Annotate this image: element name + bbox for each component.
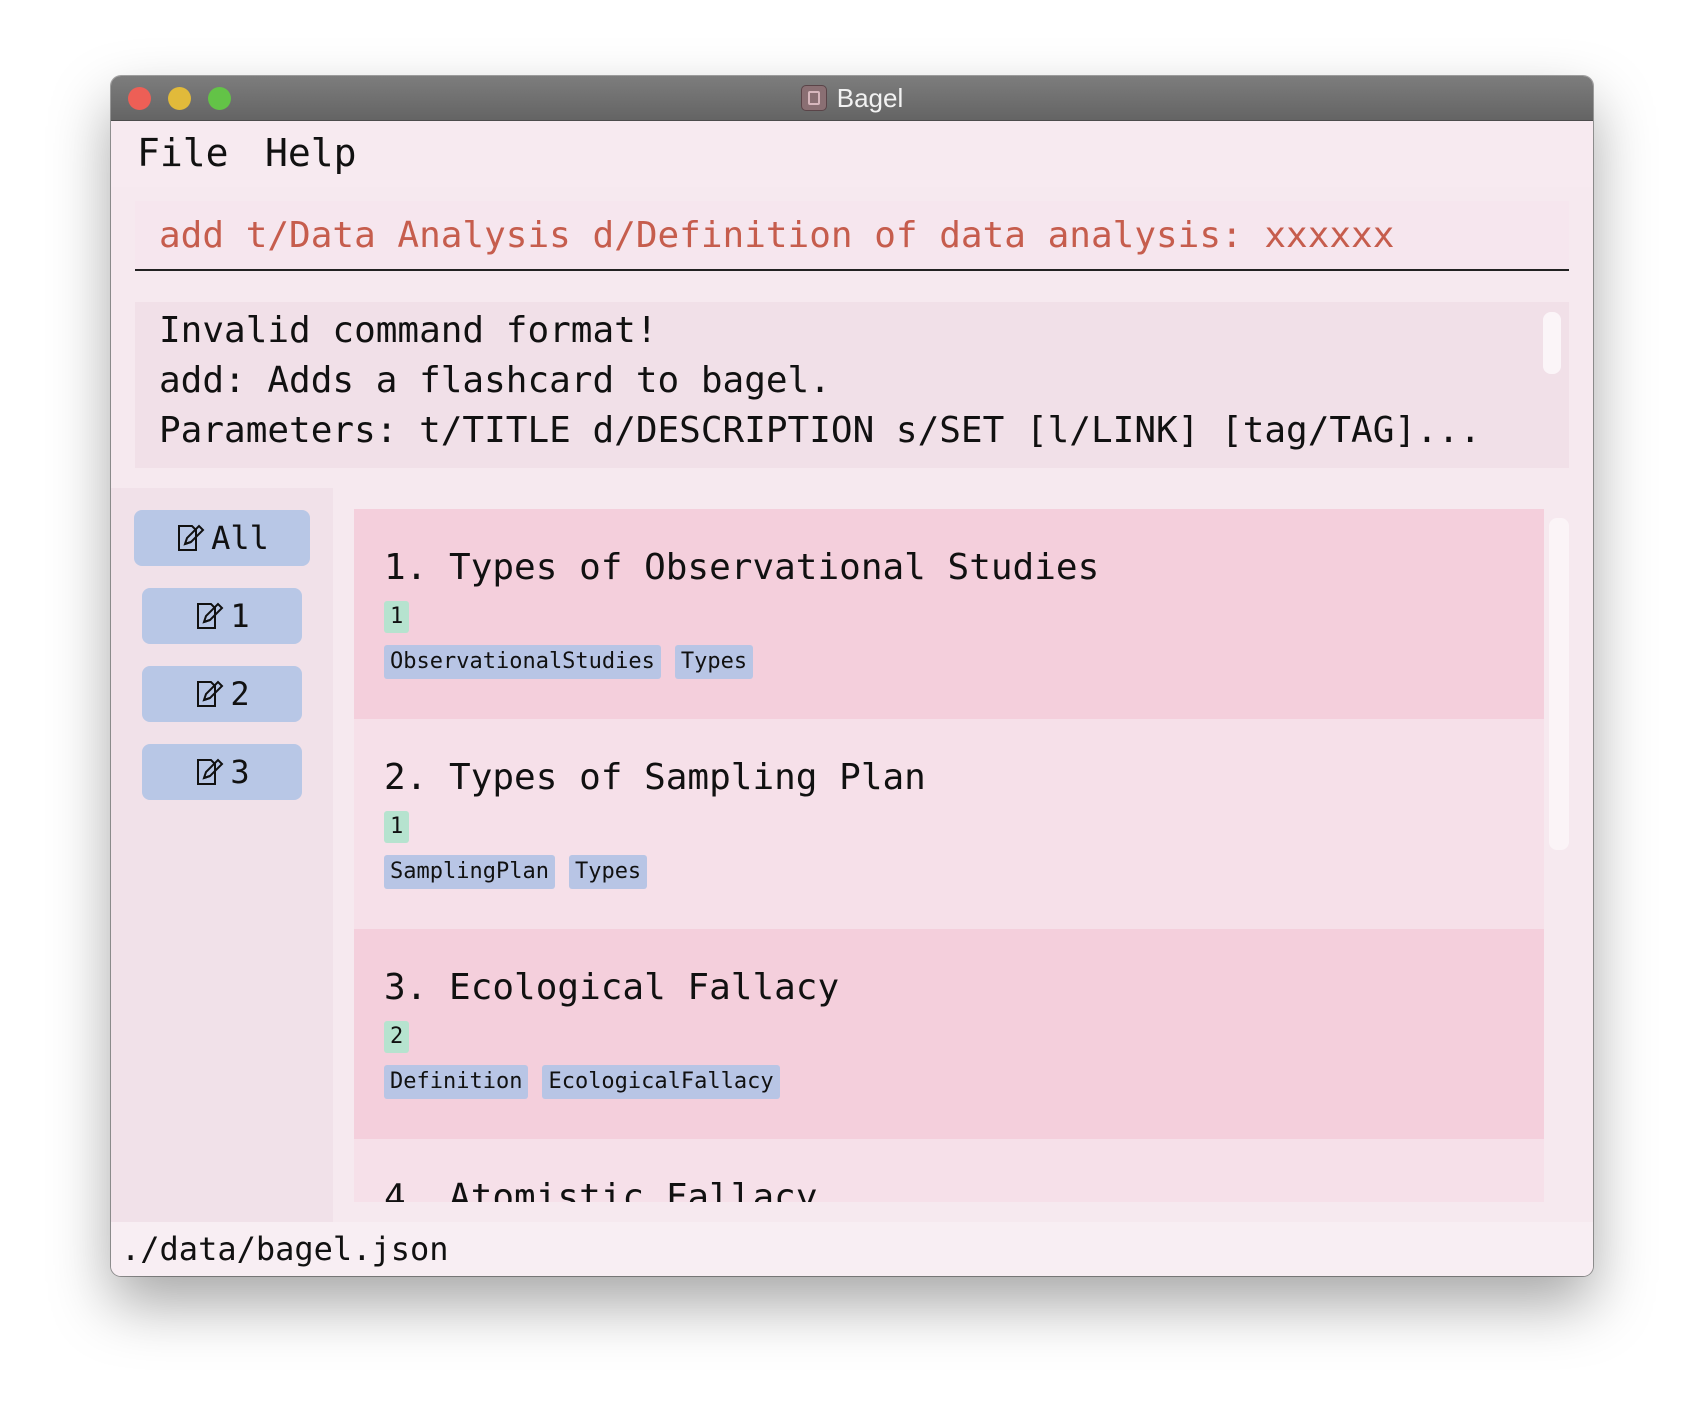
set-button-all[interactable]: All <box>134 510 310 566</box>
flashcard-item[interactable]: 4. Atomistic Fallacy <box>354 1139 1544 1202</box>
edit-icon <box>197 680 224 707</box>
set-sidebar: All 1 2 3 <box>111 488 333 1223</box>
set-button-label: 1 <box>230 597 250 635</box>
result-line: add: Adds a flashcard to bagel. <box>159 360 831 401</box>
title-wrap: Bagel <box>111 76 1593 120</box>
flashcard-item[interactable]: 3. Ecological Fallacy 2 Definition Ecolo… <box>354 929 1544 1139</box>
flashcard-title: 4. Atomistic Fallacy <box>384 1177 818 1202</box>
tag: EcologicalFallacy <box>542 1065 780 1099</box>
set-button-label: All <box>211 519 269 557</box>
tag: SamplingPlan <box>384 855 555 889</box>
tag: Definition <box>384 1065 529 1099</box>
menu-help[interactable]: Help <box>265 131 357 175</box>
set-badge: 1 <box>384 601 410 633</box>
tag: ObservationalStudies <box>384 645 661 679</box>
status-bar: ./data/bagel.json <box>111 1222 1593 1276</box>
result-display: Invalid command format! add: Adds a flas… <box>135 302 1569 468</box>
tag-list: Definition EcologicalFallacy <box>384 1065 780 1099</box>
result-line: Parameters: t/TITLE d/DESCRIPTION s/SET … <box>159 410 1482 451</box>
menu-bar: File Help <box>111 121 1593 187</box>
result-line: Invalid command format! <box>159 310 658 351</box>
tag-list: ObservationalStudies Types <box>384 645 754 679</box>
tag-list: SamplingPlan Types <box>384 855 648 889</box>
set-badge: 2 <box>384 1021 410 1053</box>
flashcard-title: 3. Ecological Fallacy <box>384 967 840 1008</box>
set-button-1[interactable]: 1 <box>142 588 302 644</box>
flashcard-title: 1. Types of Observational Studies <box>384 547 1100 588</box>
flashcard-list: 1. Types of Observational Studies 1 Obse… <box>354 509 1544 1202</box>
edit-icon <box>197 758 224 785</box>
title-bar[interactable]: Bagel <box>111 76 1593 121</box>
flashcard-item[interactable]: 2. Types of Sampling Plan 1 SamplingPlan… <box>354 719 1544 929</box>
edit-icon <box>178 524 205 551</box>
result-scrollbar[interactable] <box>1543 312 1561 374</box>
set-button-2[interactable]: 2 <box>142 666 302 722</box>
save-location: ./data/bagel.json <box>121 1230 449 1268</box>
command-input[interactable] <box>159 201 1559 269</box>
set-button-3[interactable]: 3 <box>142 744 302 800</box>
menu-file[interactable]: File <box>137 131 229 175</box>
app-window: Bagel File Help Invalid command format! … <box>111 76 1593 1276</box>
flashcard-list-scrollbar[interactable] <box>1549 518 1569 850</box>
set-badge: 1 <box>384 811 410 843</box>
tag: Types <box>674 645 754 679</box>
set-button-label: 2 <box>230 675 250 713</box>
set-button-label: 3 <box>230 753 250 791</box>
flashcard-item[interactable]: 1. Types of Observational Studies 1 Obse… <box>354 509 1544 719</box>
bagel-app-icon <box>800 85 827 111</box>
tag: Types <box>568 855 648 889</box>
flashcard-title: 2. Types of Sampling Plan <box>384 757 926 798</box>
edit-icon <box>197 602 224 629</box>
window-title: Bagel <box>836 82 904 113</box>
command-box <box>135 201 1569 271</box>
